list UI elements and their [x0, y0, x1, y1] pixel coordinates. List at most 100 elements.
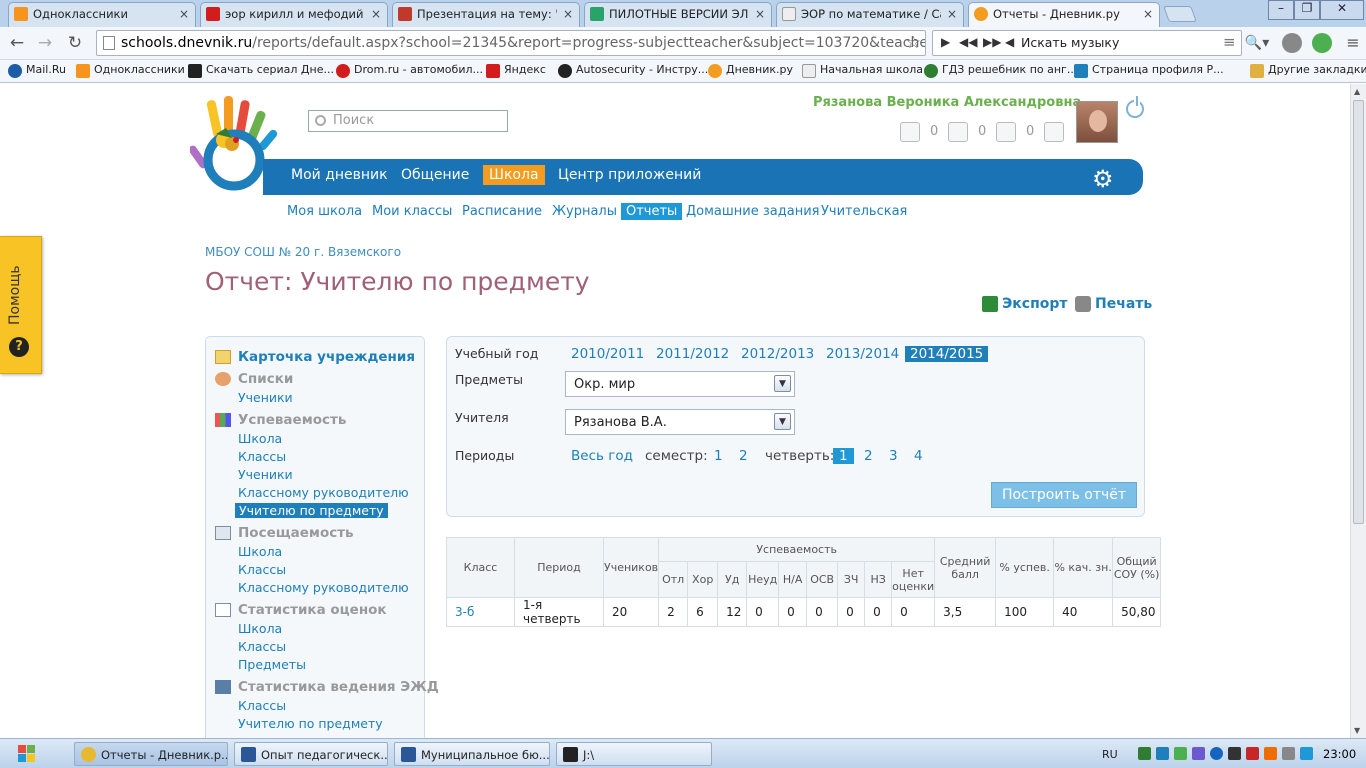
bookmark-item[interactable]: Страница профиля Р...: [1074, 63, 1224, 78]
page-scrollbar[interactable]: ▲ ▼: [1350, 84, 1366, 738]
logout-icon[interactable]: [1126, 96, 1144, 118]
period-semester[interactable]: 2: [739, 448, 748, 464]
home-icon[interactable]: [1044, 122, 1064, 142]
clock[interactable]: 23:00: [1323, 747, 1356, 761]
maximize-button[interactable]: ❐: [1294, 0, 1320, 20]
year-option[interactable]: 2012/2013: [741, 346, 814, 362]
gear-icon[interactable]: ⚙: [1092, 165, 1114, 193]
menu-icon[interactable]: ≡: [1342, 32, 1364, 54]
nav-my-diary[interactable]: Мой дневник: [291, 167, 388, 183]
extension-icon[interactable]: [1312, 33, 1332, 53]
sidebar-item[interactable]: Учителю по предмету: [238, 716, 383, 731]
help-tab[interactable]: Помощь ?: [0, 236, 42, 374]
subnav-teachers-room[interactable]: Учительская: [821, 204, 907, 219]
close-window-button[interactable]: ✕: [1320, 0, 1364, 20]
sidebar-item[interactable]: Ученики: [238, 390, 293, 405]
subnav-homework[interactable]: Домашние задания: [686, 204, 819, 219]
bookmark-item[interactable]: Дневник.ру: [708, 63, 793, 78]
avatar[interactable]: [1076, 101, 1118, 143]
tray-icon[interactable]: [1300, 747, 1313, 760]
bookmarks-folder[interactable]: Другие закладки: [1250, 63, 1366, 78]
subnav-my-school[interactable]: Моя школа: [287, 204, 362, 219]
nav-app-center[interactable]: Центр приложений: [558, 167, 701, 183]
bookmark-item[interactable]: Одноклассники: [76, 63, 185, 78]
windows-start-icon[interactable]: [6, 742, 56, 766]
period-quarter[interactable]: 3: [889, 448, 898, 464]
sidebar-item-active[interactable]: Учителю по предмету: [235, 503, 388, 518]
play-icon[interactable]: ▶: [941, 35, 950, 49]
sidebar-item[interactable]: Классы: [238, 562, 286, 577]
speaker-icon[interactable]: ◀: [1005, 35, 1014, 49]
tray-icon[interactable]: [1174, 747, 1187, 760]
bookmark-item[interactable]: Autosecurity - Инстру...: [558, 63, 708, 78]
bookmark-item[interactable]: Начальная школа: [802, 63, 923, 78]
bookmark-item[interactable]: Скачать сериал Дне...: [188, 63, 334, 78]
browser-tab-active[interactable]: Отчеты - Дневник.ру ×: [968, 2, 1160, 27]
sidebar-item[interactable]: Ученики: [238, 467, 293, 482]
network-icon[interactable]: [1156, 747, 1169, 760]
extension-icon[interactable]: [1282, 33, 1302, 53]
period-semester[interactable]: 1: [714, 448, 723, 464]
year-option[interactable]: 2010/2011: [571, 346, 644, 362]
nav-school[interactable]: Школа: [483, 165, 545, 185]
period-quarter-active[interactable]: 1: [833, 448, 854, 464]
close-icon[interactable]: ×: [1143, 7, 1153, 21]
bookmark-star-icon[interactable]: ☆: [906, 33, 921, 53]
address-bar[interactable]: schools.dnevnik.ru/reports/default.aspx?…: [96, 30, 926, 56]
tray-icon[interactable]: [1228, 747, 1241, 760]
taskbar-item[interactable]: Муниципальное бю...: [394, 742, 550, 766]
subnav-schedule[interactable]: Расписание: [462, 204, 542, 219]
back-icon[interactable]: ←: [6, 32, 28, 54]
print-button[interactable]: Печать: [1075, 296, 1152, 312]
period-quarter[interactable]: 4: [914, 448, 923, 464]
sidebar-item[interactable]: Школа: [238, 621, 282, 636]
search-engine-icon[interactable]: 🔍▾: [1244, 32, 1270, 54]
tray-icon[interactable]: [1210, 747, 1223, 760]
invite-icon[interactable]: [996, 122, 1016, 142]
mail-icon[interactable]: [900, 122, 920, 142]
sidebar-item[interactable]: Школа: [238, 431, 282, 446]
music-search-box[interactable]: ▶ ◀◀ ▶▶ ◀ Искать музыку ≡: [932, 30, 1242, 56]
volume-icon[interactable]: [1282, 747, 1295, 760]
taskbar-item[interactable]: Опыт педагогическ...: [234, 742, 388, 766]
build-report-button[interactable]: Построить отчёт: [991, 482, 1137, 508]
reload-icon[interactable]: ↻: [64, 32, 86, 54]
sidebar-item[interactable]: Классы: [238, 698, 286, 713]
subnav-reports[interactable]: Отчеты: [621, 203, 683, 220]
browser-tab[interactable]: эор кирилл и мефодий по м×: [200, 2, 388, 27]
rewind-icon[interactable]: ◀◀: [959, 35, 977, 49]
bookmark-item[interactable]: ГДЗ решебник по анг...: [924, 63, 1077, 78]
taskbar-item[interactable]: Отчеты - Дневник.р...: [74, 742, 228, 766]
tray-icon[interactable]: [1192, 747, 1205, 760]
browser-tab[interactable]: Презентация на тему: "© С×: [392, 2, 580, 27]
bookmark-item[interactable]: Drom.ru - автомобил...: [336, 63, 483, 78]
sidebar-item[interactable]: Классному руководителю: [238, 485, 409, 500]
scroll-down-icon[interactable]: ▼: [1354, 726, 1360, 735]
period-quarter[interactable]: 2: [864, 448, 873, 464]
close-icon[interactable]: ×: [947, 7, 957, 21]
close-icon[interactable]: ×: [179, 7, 189, 21]
year-option[interactable]: 2013/2014: [826, 346, 899, 362]
bookmark-item[interactable]: Mail.Ru: [8, 63, 66, 78]
user-name[interactable]: Рязанова Вероника Александровна: [813, 95, 1081, 110]
new-tab-button[interactable]: [1163, 6, 1197, 22]
year-option[interactable]: 2011/2012: [656, 346, 729, 362]
site-search-input[interactable]: Поиск: [308, 110, 508, 132]
forward-icon[interactable]: →: [34, 32, 56, 54]
close-icon[interactable]: ×: [755, 7, 765, 21]
close-icon[interactable]: ×: [371, 7, 381, 21]
bookmark-item[interactable]: Яндекс: [486, 63, 546, 78]
scroll-up-icon[interactable]: ▲: [1354, 87, 1360, 96]
taskbar-item[interactable]: J:\: [556, 742, 712, 766]
language-indicator[interactable]: RU: [1102, 748, 1118, 761]
browser-tab[interactable]: ЭОР по математике / Сайт×: [776, 2, 964, 27]
close-icon[interactable]: ×: [563, 7, 573, 21]
teacher-select[interactable]: Рязанова В.А. ▼: [565, 409, 795, 435]
sidebar-item[interactable]: Классы: [238, 639, 286, 654]
sidebar-item[interactable]: Школа: [238, 544, 282, 559]
table-cell-class[interactable]: 3-б: [446, 597, 515, 627]
nav-communication[interactable]: Общение: [401, 167, 469, 183]
friends-icon[interactable]: [948, 122, 968, 142]
period-whole-year[interactable]: Весь год: [571, 448, 633, 464]
browser-tab[interactable]: ПИЛОТНЫЕ ВЕРСИИ ЭЛЕКТ×: [584, 2, 772, 27]
